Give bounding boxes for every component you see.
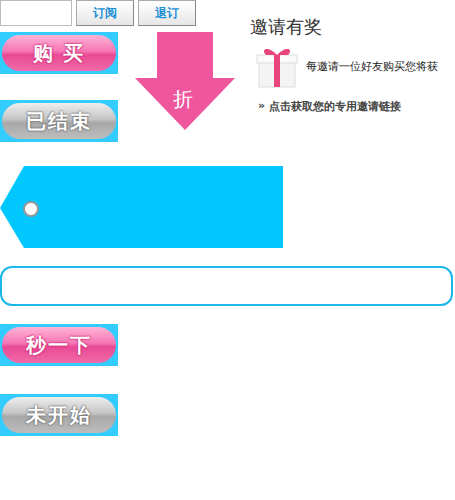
rounded-field[interactable] — [0, 266, 453, 306]
down-arrow-icon — [135, 32, 235, 130]
subscribe-bar: 订阅退订 — [0, 0, 235, 26]
status-buttons: 购 买已结束 — [0, 32, 118, 142]
subscribe-button[interactable]: 订阅 — [76, 0, 134, 26]
bottom-buttons: 秒一下未开始 — [0, 324, 455, 436]
email-input[interactable] — [0, 0, 72, 26]
pill: 已结束 — [2, 103, 116, 139]
status-button[interactable]: 秒一下 — [0, 324, 118, 366]
status-button[interactable]: 已结束 — [0, 100, 118, 142]
discount-arrow: 折 — [135, 32, 235, 130]
pill: 秒一下 — [2, 327, 116, 363]
link-text: 点击获取您的专用邀请链接 — [269, 99, 401, 114]
gift-icon — [254, 43, 300, 89]
tag-hole-icon — [23, 201, 39, 217]
pill: 购 买 — [2, 35, 116, 71]
invite-text: 每邀请一位好友购买您将获 — [306, 59, 438, 74]
invite-link[interactable]: » 点击获取您的专用邀请链接 — [258, 99, 438, 114]
invite-row: 每邀请一位好友购买您将获 — [254, 43, 438, 89]
invite-title: 邀请有奖 — [250, 15, 438, 39]
page: 订阅退订购 买已结束折邀请有奖每邀请一位好友购买您将获»点击获取您的专用邀请链接… — [0, 0, 455, 500]
top-section: 订阅退订购 买已结束折邀请有奖每邀请一位好友购买您将获»点击获取您的专用邀请链接 — [0, 0, 455, 142]
pill: 未开始 — [2, 397, 116, 433]
subscribe-button[interactable]: 退订 — [138, 0, 196, 26]
discount-label: 折 — [173, 86, 193, 113]
invite-panel: 邀请有奖每邀请一位好友购买您将获 » 点击获取您的专用邀请链接 — [250, 0, 438, 142]
button-arrow-row: 购 买已结束 折 — [0, 32, 235, 142]
price-tag — [0, 166, 283, 248]
link-marker: » — [258, 99, 265, 114]
status-button[interactable]: 未开始 — [0, 394, 118, 436]
status-button[interactable]: 购 买 — [0, 32, 118, 74]
left-block: 订阅退订购 买已结束折 — [0, 0, 235, 142]
tag-shape — [0, 166, 283, 248]
